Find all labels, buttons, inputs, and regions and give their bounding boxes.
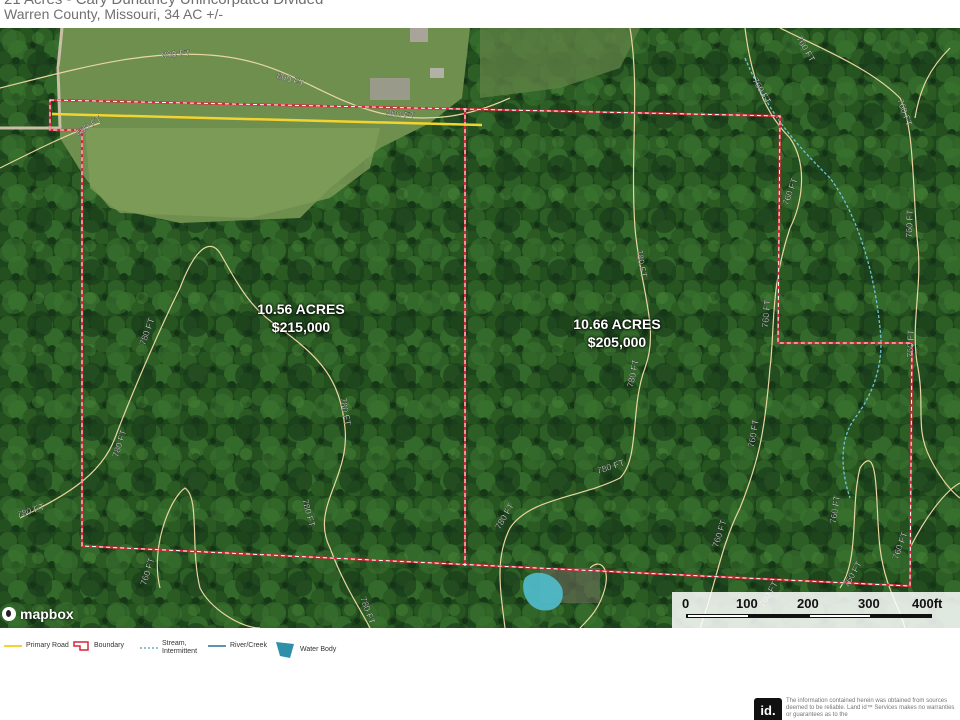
- water-body-icon: [274, 640, 296, 660]
- boundary-icon: [72, 640, 90, 652]
- legend-item-water-body: Water Body: [274, 640, 336, 660]
- map-legend: Primary Road Boundary Stream, Intermitte…: [0, 636, 960, 664]
- scale-tick-label: 400ft: [912, 596, 943, 611]
- river-line-icon: [208, 640, 226, 652]
- mapbox-logo-icon: [2, 607, 16, 621]
- legend-label: Water Body: [300, 646, 337, 653]
- legend-item-boundary: Boundary: [72, 640, 124, 652]
- map-export-page: 21 Acres - Cary Dunathey Unincorpated Di…: [0, 0, 960, 720]
- legend-item-river: River/Creek: [208, 640, 267, 652]
- legend-label: Primary Road: [26, 642, 69, 649]
- legend-item-stream: Stream, Intermittent: [140, 640, 206, 656]
- satellite-map[interactable]: 800 FT 800 FT 800 FT 800 FT 780 FT 780 F…: [0, 28, 960, 628]
- stream-dashed-icon: [140, 642, 158, 654]
- parcel-price: $205,000: [587, 334, 647, 350]
- map-canvas: 800 FT 800 FT 800 FT 800 FT 780 FT 780 F…: [0, 28, 960, 628]
- header: 21 Acres - Cary Dunathey Unincorpated Di…: [0, 0, 960, 28]
- legend-label: Boundary: [94, 642, 124, 649]
- parcel-label-west: 10.56 ACRES $215,000: [236, 300, 366, 336]
- scale-tick-label: 100: [736, 596, 758, 611]
- parcel-price: $215,000: [271, 319, 331, 335]
- parcel-acres: 10.66 ACRES: [573, 316, 661, 332]
- landid-logo: id.: [754, 698, 782, 720]
- mapbox-wordmark: mapbox: [20, 606, 74, 622]
- scale-tick-label: 0: [682, 596, 690, 611]
- parcel-acres: 10.56 ACRES: [257, 301, 345, 317]
- scale-rule: [686, 614, 932, 618]
- contour-label: 800 FT: [161, 48, 191, 60]
- road-line-icon: [4, 640, 22, 652]
- farm-buildings: [370, 78, 410, 100]
- contour-label: 760 FT: [905, 329, 916, 358]
- mapbox-attribution[interactable]: mapbox: [2, 604, 74, 624]
- legend-item-primary-road: Primary Road: [4, 640, 69, 652]
- disclaimer-text: The information contained herein was obt…: [786, 698, 955, 718]
- scale-segment: [688, 615, 748, 617]
- page-subtitle: Warren County, Missouri, 34 AC +/-: [4, 6, 224, 22]
- contour-label: 760 FT: [904, 209, 915, 238]
- legend-label: Stream, Intermittent: [162, 640, 198, 655]
- scale-segment: [810, 615, 870, 617]
- scale-tick-label: 300: [858, 596, 880, 611]
- parcel-label-east: 10.66 ACRES $205,000: [552, 315, 682, 351]
- legend-label: River/Creek: [230, 642, 267, 649]
- scale-bar: 0 100 200 300 400ft: [672, 592, 960, 628]
- scale-tick-label: 200: [797, 596, 819, 611]
